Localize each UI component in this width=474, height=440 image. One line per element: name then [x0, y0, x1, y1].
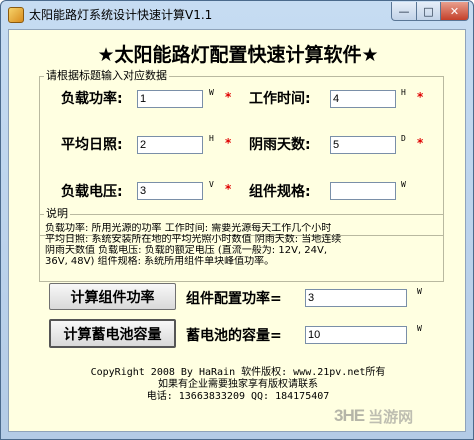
description-line: 平均日照: 系统安装所在地的平均光照小时数值 阴雨天数: 当地连续 [45, 234, 342, 245]
panel-spec-label: 组件规格: [249, 184, 311, 200]
load-voltage-unit: V [209, 180, 214, 189]
avg-sunshine-required-mark: * [225, 136, 232, 150]
load-voltage-required-mark: * [225, 182, 232, 196]
avg-sunshine-unit: H [209, 134, 214, 143]
description-text: 负载功率: 所用光源的功率 工作时间: 需要光源每天工作几个小时 平均日照: 系… [45, 223, 445, 267]
description-line: 负载功率: 所用光源的功率 工作时间: 需要光源每天工作几个小时 [45, 223, 332, 234]
work-time-input[interactable]: 4 [330, 90, 396, 108]
rainy-days-unit: D [401, 134, 406, 143]
input-group-legend: 请根据标题输入对应数据 [44, 69, 169, 83]
title-bar[interactable]: 太阳能路灯系统设计快速计算V1.1 — □ ✕ [1, 1, 473, 29]
rainy-days-input[interactable]: 5 [330, 136, 396, 154]
panel-spec-unit: W [401, 180, 406, 189]
panel-power-result-field[interactable]: 3 [305, 289, 407, 307]
work-time-unit: H [401, 88, 406, 97]
copyright-footer: CopyRight 2008 By HaRain 软件版权: www.21pv.… [9, 367, 467, 403]
client-area: ★太阳能路灯配置快速计算软件★ 请根据标题输入对应数据 负载功率: 1 W * … [8, 29, 466, 432]
calc-battery-capacity-button[interactable]: 计算蓄电池容量 [49, 319, 176, 348]
panel-power-result-unit: W [417, 287, 422, 296]
window-title: 太阳能路灯系统设计快速计算V1.1 [29, 8, 213, 22]
battery-capacity-result-label: 蓄电池的容量= [186, 328, 282, 344]
calc-panel-power-button[interactable]: 计算组件功率 [49, 283, 176, 310]
license-contact-line: 如果有企业需要独家享有版权请联系 [158, 379, 318, 390]
main-title: ★太阳能路灯配置快速计算软件★ [97, 44, 379, 66]
maximize-button[interactable]: □ [416, 2, 441, 21]
watermark-logo-icon: 3HE [334, 406, 365, 425]
work-time-label: 工作时间: [249, 91, 311, 107]
rainy-days-required-mark: * [417, 136, 424, 150]
description-line: 阴雨天数值 负载电压: 负载的额定电压 (直流一般为: 12V, 24V, [45, 245, 328, 256]
panel-spec-input[interactable] [330, 182, 396, 200]
panel-power-result-label: 组件配置功率= [186, 291, 282, 307]
load-voltage-label: 负载电压: [61, 184, 123, 200]
load-power-label: 负载功率: [61, 91, 123, 107]
avg-sunshine-label: 平均日照: [61, 137, 123, 153]
copyright-line: CopyRight 2008 By HaRain 软件版权: www.21pv.… [90, 367, 386, 378]
site-watermark: 3HE 当游网 [334, 401, 466, 431]
load-power-unit: W [209, 88, 214, 97]
rainy-days-label: 阴雨天数: [249, 137, 311, 153]
app-window: 太阳能路灯系统设计快速计算V1.1 — □ ✕ ★太阳能路灯配置快速计算软件★ … [0, 0, 474, 440]
sun-app-icon [8, 7, 24, 23]
load-power-input[interactable]: 1 [137, 90, 203, 108]
load-power-required-mark: * [225, 90, 232, 104]
minimize-button[interactable]: — [391, 2, 417, 21]
load-voltage-input[interactable]: 3 [137, 182, 203, 200]
description-line: 36V, 48V) 组件规格: 系统所用组件单块峰值功率。 [45, 256, 275, 267]
avg-sunshine-input[interactable]: 2 [137, 136, 203, 154]
description-legend: 说明 [44, 207, 70, 221]
close-button[interactable]: ✕ [440, 2, 469, 21]
battery-capacity-result-field[interactable]: 10 [305, 326, 407, 344]
work-time-required-mark: * [417, 90, 424, 104]
watermark-text: 当游网 [368, 407, 414, 426]
battery-capacity-result-unit: W [417, 324, 422, 333]
